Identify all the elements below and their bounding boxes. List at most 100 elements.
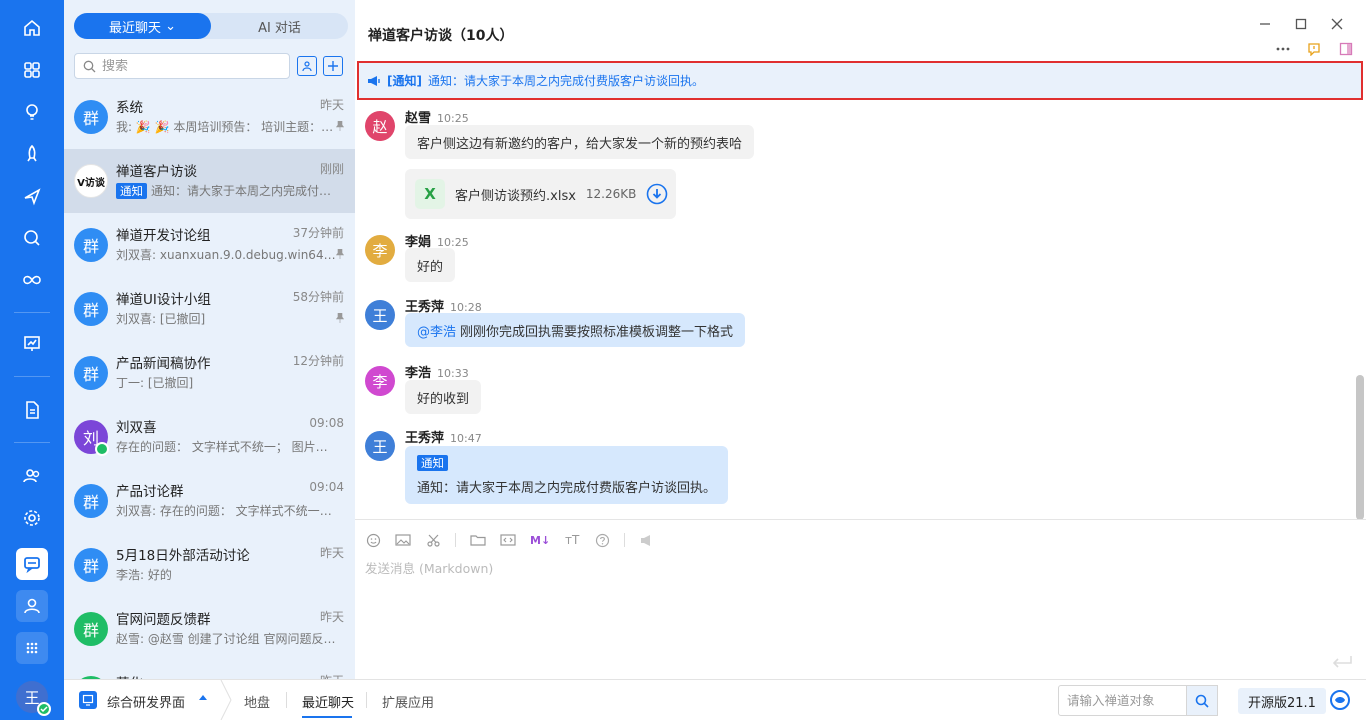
home-icon[interactable] xyxy=(16,12,48,44)
board-icon[interactable] xyxy=(16,328,48,360)
bottom-bar: 综合研发界面 地盘 最近聊天 扩展应用 开源版21.1 xyxy=(64,679,1366,720)
message-list: 赵 赵雪 10:25 客户侧这边有新邀约的客户，给大家发一个新的预约表哈 X 客户… xyxy=(355,102,1355,518)
conversation-item[interactable]: V访谈禅道客户访谈 刚刚通知通知：请大家于本周之内完成付费版客户访谈回执。 xyxy=(64,149,355,213)
scissors-icon[interactable] xyxy=(425,532,441,548)
message-bubble[interactable]: 通知 通知：请大家于本周之内完成付费版客户访谈回执。 xyxy=(405,446,729,504)
infinity-icon[interactable] xyxy=(16,264,48,296)
tab-dashboard[interactable]: 地盘 xyxy=(244,692,270,711)
sender-avatar[interactable]: 李 xyxy=(365,366,395,396)
conversation-avatar: 群 xyxy=(74,484,108,518)
file-attachment[interactable]: X 客户侧访谈预约.xlsx 12.26KB xyxy=(405,169,677,219)
toolbar-divider xyxy=(455,533,456,547)
sender-avatar[interactable]: 赵 xyxy=(365,111,395,141)
conversation-preview: 刘双喜: 存在的问题： 文字样式不统一；… xyxy=(116,502,338,519)
active-tab-underline xyxy=(302,716,352,718)
document-icon[interactable] xyxy=(16,394,48,426)
chat-search-input[interactable] xyxy=(102,58,272,74)
sender-avatar[interactable]: 王 xyxy=(365,431,395,461)
conversation-time: 昨天 xyxy=(319,546,344,560)
rail-divider xyxy=(14,312,50,313)
tab-recent-chats[interactable]: 最近聊天 ⌄ xyxy=(74,13,211,39)
conversation-item[interactable]: 群营化昨天 xyxy=(64,661,355,679)
workspace-name[interactable]: 综合研发界面 xyxy=(107,692,185,711)
pinned-notice-banner[interactable]: [通知] 通知：请大家于本周之内完成付费版客户访谈回执。 xyxy=(357,61,1363,100)
conversation-time: 昨天 xyxy=(319,610,344,624)
conversation-time: 58分钟前 xyxy=(292,290,344,304)
add-chat-icon[interactable] xyxy=(323,56,343,76)
download-icon[interactable] xyxy=(646,183,668,205)
markdown-icon[interactable]: M↓ xyxy=(530,532,550,548)
minimize-icon[interactable] xyxy=(1256,15,1274,33)
conversation-item[interactable]: 群系统 昨天 我: 🎉 🎉 本周培训预告： 培训主题：… xyxy=(64,85,355,149)
font-size-icon[interactable]: ᴛT xyxy=(564,532,580,548)
send-icon[interactable] xyxy=(1331,654,1353,670)
caret-up-icon[interactable] xyxy=(199,695,207,700)
chat-main: 禅道客户访谈（10人） [通知] 通知：请大家于本周之内完成付费版客户访谈回执。… xyxy=(355,0,1366,679)
search-button[interactable] xyxy=(1186,685,1218,716)
rocket-icon[interactable] xyxy=(16,138,48,170)
megaphone-icon[interactable] xyxy=(639,532,655,548)
conversation-item[interactable]: 群产品讨论群 09:04 刘双喜: 存在的问题： 文字样式不统一；… xyxy=(64,469,355,533)
contacts-book-icon[interactable] xyxy=(297,56,317,76)
conversation-preview: 刘双喜: [已撤回] xyxy=(116,310,338,327)
online-status-icon xyxy=(95,442,109,456)
search-icon xyxy=(83,60,96,72)
plane-icon[interactable] xyxy=(16,180,48,212)
message-scrollbar[interactable] xyxy=(1356,375,1364,520)
conversation-item[interactable]: 群 5月18日外部活动讨论 昨天 李浩: 好的 xyxy=(64,533,355,597)
conversation-name: 营化 xyxy=(116,672,143,679)
toolbar-divider xyxy=(624,533,626,547)
mention-link[interactable]: @李浩 xyxy=(417,321,456,340)
conversation-item[interactable]: 群禅道开发讨论组 37分钟前 刘双喜: xuanxuan.9.0.debug.win… xyxy=(64,213,355,277)
side-panel-icon[interactable] xyxy=(1337,40,1355,58)
message-bubble[interactable]: 客户侧这边有新邀约的客户，给大家发一个新的预约表哈 xyxy=(405,125,755,159)
message-bubble[interactable]: @李浩 刚刚你完成回执需要按照标准模板调整一下格式 xyxy=(405,313,746,347)
image-icon[interactable] xyxy=(395,532,411,548)
contacts-icon[interactable] xyxy=(16,460,48,492)
conversation-preview-text: 刘双喜: 存在的问题： 文字样式不统一；… xyxy=(116,504,338,518)
conversation-preview-text: 刘双喜: xuanxuan.9.0.debug.win64.zip xyxy=(116,248,338,262)
chevron-down-icon: ⌄ xyxy=(165,18,177,34)
chat-title: 禅道客户访谈（10人） xyxy=(368,28,514,44)
conversation-preview: 李浩: 好的 xyxy=(116,566,338,583)
message-bubble[interactable]: 好的 xyxy=(405,248,456,282)
apps-icon[interactable] xyxy=(16,54,48,86)
grid-icon[interactable] xyxy=(16,632,48,664)
conversation-name: 官网问题反馈群 xyxy=(116,612,211,628)
zentao-logo-icon[interactable] xyxy=(1330,690,1350,710)
conversation-item[interactable]: 群产品新闻稿协作 12分钟前 丁一: [已撤回] xyxy=(64,341,355,405)
sender-line: 李浩 10:33 xyxy=(405,362,469,381)
sender-avatar[interactable]: 王 xyxy=(365,300,395,330)
tab-recent-chats[interactable]: 最近聊天 xyxy=(302,692,354,711)
excel-file-icon: X xyxy=(415,179,445,209)
user-avatar[interactable]: 王 xyxy=(16,681,51,716)
folder-icon[interactable] xyxy=(470,532,486,548)
search-icon[interactable] xyxy=(16,222,48,254)
more-icon[interactable] xyxy=(1274,40,1292,58)
help-icon[interactable] xyxy=(594,532,610,548)
left-rail: 王 xyxy=(0,0,64,720)
tab-extensions[interactable]: 扩展应用 xyxy=(382,692,434,711)
message-input[interactable] xyxy=(365,558,1345,578)
user-icon[interactable] xyxy=(16,590,48,622)
conversation-avatar: 群 xyxy=(74,612,108,646)
conversation-avatar: V访谈 xyxy=(74,164,108,198)
close-icon[interactable] xyxy=(1328,15,1346,33)
conversation-item[interactable]: 群禅道UI设计小组 58分钟前 刘双喜: [已撤回] xyxy=(64,277,355,341)
sender-avatar[interactable]: 李 xyxy=(365,235,395,265)
online-status-icon xyxy=(37,702,51,716)
conversation-item[interactable]: 刘刘双喜 09:08 存在的问题： 文字样式不统一； 图片大… xyxy=(64,405,355,469)
notice-board-icon[interactable] xyxy=(1305,40,1323,58)
settings-icon[interactable] xyxy=(16,502,48,534)
bulb-icon[interactable] xyxy=(16,96,48,128)
conversation-name: 禅道客户访谈 xyxy=(116,164,197,180)
emoji-icon[interactable] xyxy=(365,532,381,548)
tab-ai-chat[interactable]: AI 对话 xyxy=(211,13,348,39)
maximize-icon[interactable] xyxy=(1292,15,1310,33)
version-badge[interactable]: 开源版21.1 xyxy=(1238,688,1326,714)
message-bubble[interactable]: 好的收到 xyxy=(405,380,482,414)
conversation-item[interactable]: 群官网问题反馈群 昨天 赵雪: @赵雪 创建了讨论组 官网问题反… xyxy=(64,597,355,661)
code-icon[interactable] xyxy=(500,532,516,548)
chat-icon[interactable] xyxy=(16,548,48,580)
message-text: 刚刚你完成回执需要按照标准模板调整一下格式 xyxy=(460,324,734,340)
